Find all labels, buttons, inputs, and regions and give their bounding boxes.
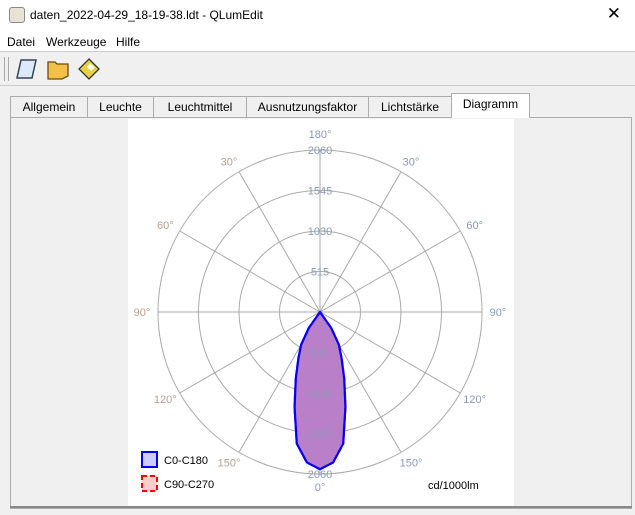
angle-label-right: 90° xyxy=(490,307,507,319)
ring-label-top: 2060 xyxy=(308,145,332,157)
legend-label-c90: C90-C270 xyxy=(164,479,214,491)
menu-werkzeuge[interactable]: Werkzeuge xyxy=(46,35,106,49)
toolbar-grip[interactable] xyxy=(4,57,9,81)
window-title: daten_2022-04-29_18-19-38.ldt - QLumEdit xyxy=(30,8,263,22)
polar-chart: 515 1030 1545 2060 515 1030 1545 2060 180° 0° 150°… xyxy=(128,119,514,507)
legend-label-c0: C0-C180 xyxy=(164,455,208,467)
new-icon[interactable] xyxy=(15,57,39,81)
legend-swatch-c0 xyxy=(141,451,158,468)
angle-label-left: 30° xyxy=(221,156,238,168)
legend-swatch-c90 xyxy=(141,475,158,492)
angle-label-left: 120° xyxy=(154,394,177,406)
ring-label-top: 515 xyxy=(311,267,329,279)
angle-label-right: 30° xyxy=(403,156,420,168)
ring-label-top: 1545 xyxy=(308,186,332,198)
tab-leuchtmittel[interactable]: Leuchtmittel xyxy=(153,96,247,117)
angle-label-left: 90° xyxy=(134,307,151,319)
tab-lichtstaerke[interactable]: Lichtstärke xyxy=(368,96,452,117)
polar-diagram: 515 1030 1545 2060 515 1030 1545 2060 180° 0° 150°… xyxy=(134,129,507,494)
menu-datei[interactable]: Datei xyxy=(7,35,35,49)
tab-leuchte[interactable]: Leuchte xyxy=(87,96,154,117)
ring-label-bottom: 2060 xyxy=(308,469,332,481)
tab-diagramm[interactable]: Diagramm xyxy=(451,93,530,118)
app-icon xyxy=(9,7,25,23)
save-icon[interactable] xyxy=(77,57,101,81)
ring-label-bottom: 515 xyxy=(311,348,329,360)
unit-label: cd/1000lm xyxy=(428,480,479,492)
menu-hilfe[interactable]: Hilfe xyxy=(116,35,140,49)
menu-bar: Datei Werkzeuge Hilfe xyxy=(0,31,635,52)
angle-label-left: 60° xyxy=(157,220,174,232)
toolbar xyxy=(0,52,635,86)
angle-label-0: 0° xyxy=(315,482,326,494)
angle-label-right: 60° xyxy=(466,220,483,232)
tab-ausnutzungsfaktor[interactable]: Ausnutzungsfaktor xyxy=(246,96,369,117)
open-icon[interactable] xyxy=(46,57,70,81)
angle-label-left: 150° xyxy=(218,458,241,470)
angle-label-right: 120° xyxy=(463,394,486,406)
ring-label-bottom: 1545 xyxy=(308,429,332,441)
close-button[interactable]: ✕ xyxy=(607,4,621,24)
ring-label-bottom: 1030 xyxy=(308,388,332,400)
tab-allgemein[interactable]: Allgemein xyxy=(10,96,88,117)
angle-label-right: 150° xyxy=(400,458,423,470)
title-bar: daten_2022-04-29_18-19-38.ldt - QLumEdit… xyxy=(0,0,635,31)
status-divider xyxy=(10,506,632,508)
ring-label-top: 1030 xyxy=(308,226,332,238)
angle-label-180: 180° xyxy=(309,129,332,141)
